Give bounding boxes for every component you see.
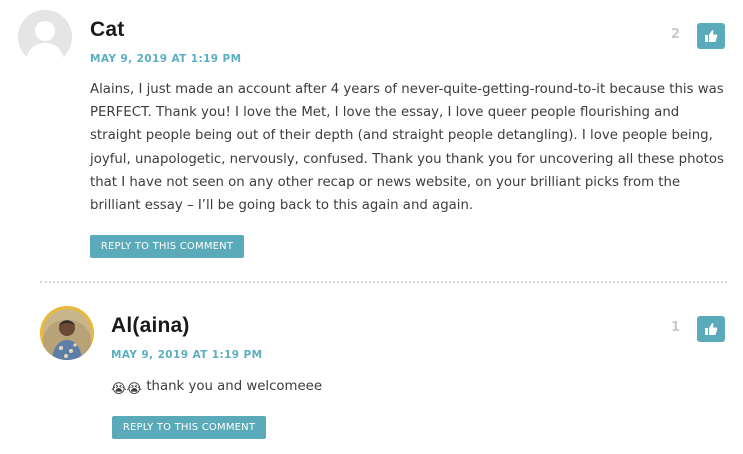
comment-body-text: thank you and welcomeee — [146, 379, 323, 394]
thumbs-up-button[interactable] — [697, 316, 725, 342]
comment-author[interactable]: Cat — [90, 18, 124, 42]
reply-button[interactable]: REPLY TO THIS COMMENT — [90, 235, 244, 258]
vote-count: 2 — [670, 27, 680, 42]
vote-count: 1 — [670, 320, 680, 335]
comment-author[interactable]: Al(aina) — [111, 314, 190, 338]
user-photo-avatar[interactable] — [40, 306, 94, 360]
crying-face-emoji-icon: 😭😭 — [111, 382, 143, 397]
thumbs-up-icon — [705, 323, 718, 335]
comment-divider — [40, 281, 727, 283]
comment-body: 😭😭 thank you and welcomeee — [111, 375, 711, 401]
thumbs-up-icon — [705, 30, 718, 42]
comment-date[interactable]: MAY 9, 2019 AT 1:19 PM — [90, 53, 242, 65]
comment-date[interactable]: MAY 9, 2019 AT 1:19 PM — [111, 349, 263, 361]
default-avatar-icon[interactable] — [18, 10, 72, 64]
thumbs-up-button[interactable] — [697, 23, 725, 49]
comment-body: Alains, I just made an account after 4 y… — [90, 82, 724, 214]
reply-button[interactable]: REPLY TO THIS COMMENT — [112, 416, 266, 439]
